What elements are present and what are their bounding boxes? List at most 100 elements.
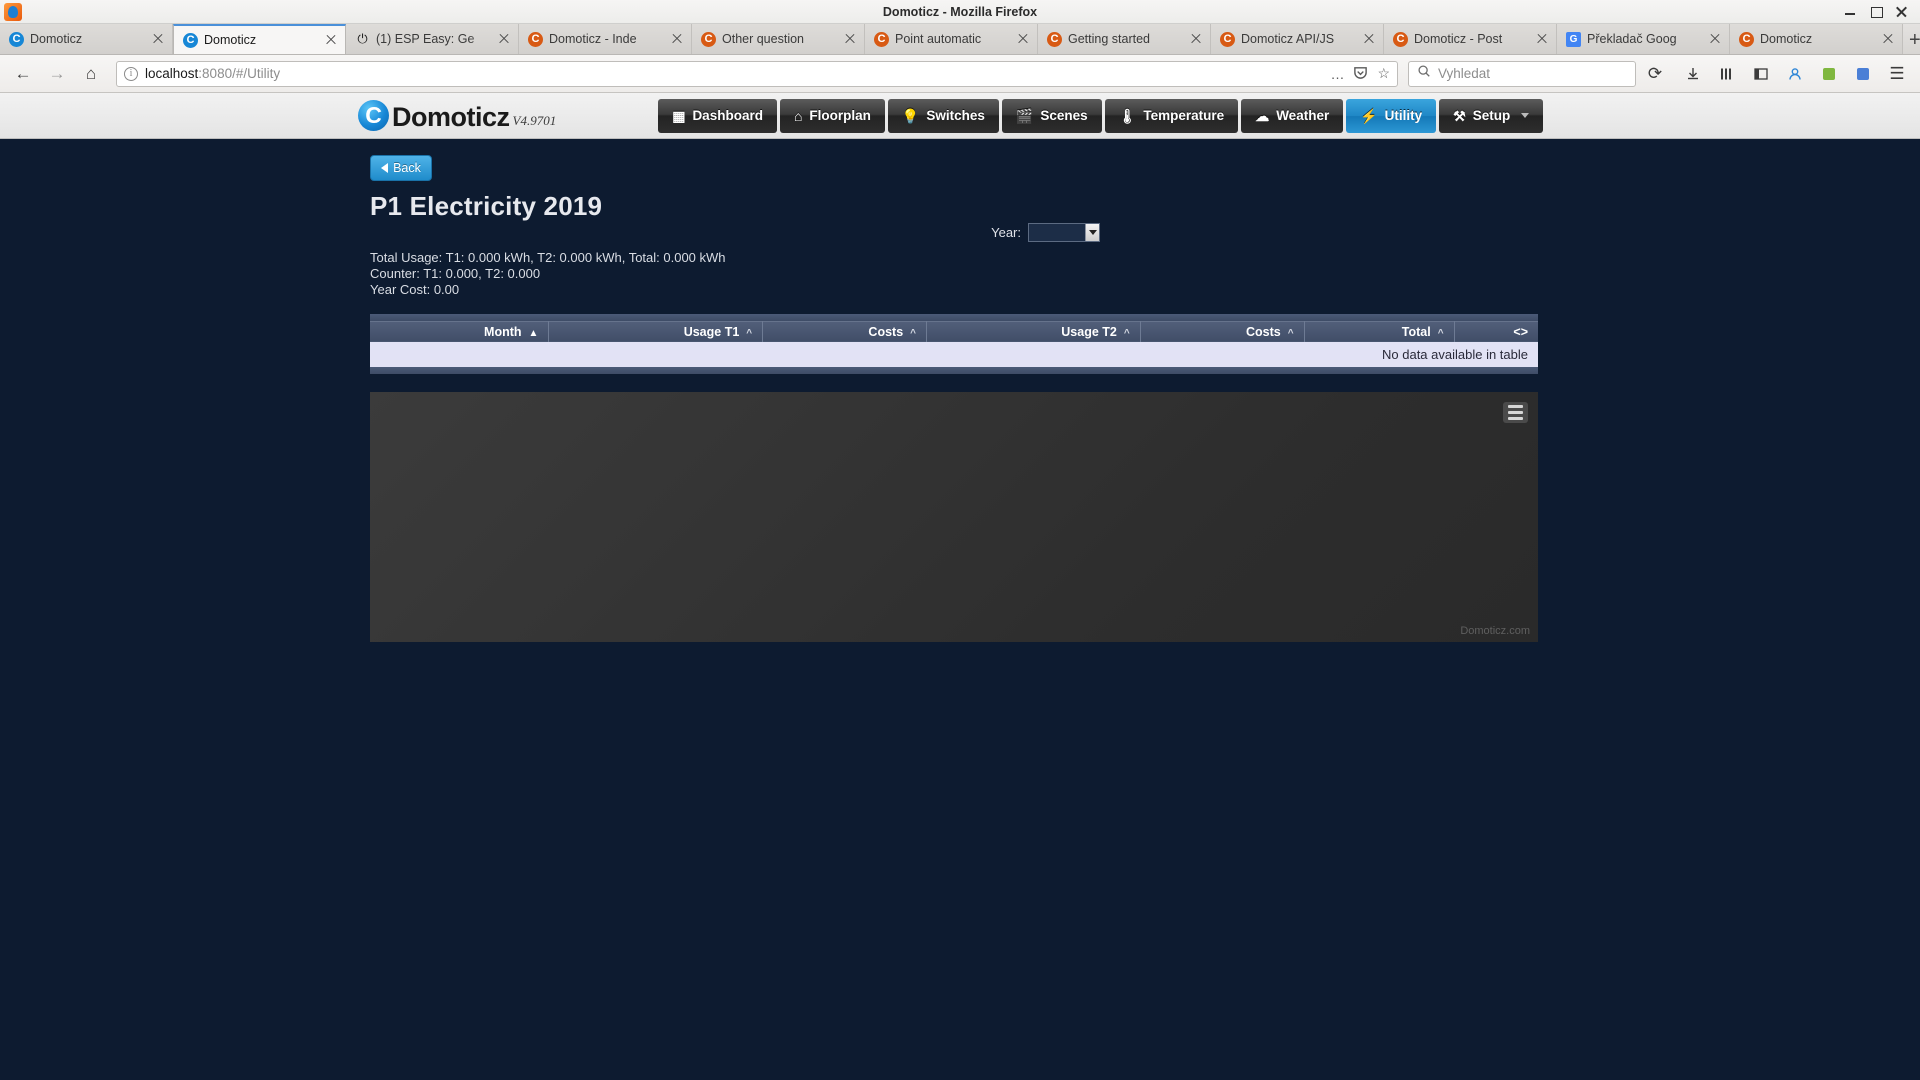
tools-icon: ⚒ xyxy=(1453,107,1466,124)
address-bar-actions: … ☆ xyxy=(1330,65,1390,83)
menu-item-dashboard[interactable]: ▦ Dashboard xyxy=(658,98,777,133)
browser-tab[interactable]: Domoticz - Inde xyxy=(519,24,692,54)
domoticz-main-menu: ▦ Dashboard ⌂ Floorplan 💡 Switches 🎬 Scenes 🌡 Tem… xyxy=(658,98,1544,133)
browser-tab[interactable]: Domoticz API/JS xyxy=(1211,24,1384,54)
table-header-month[interactable]: Month ▲ xyxy=(370,320,550,342)
home-button[interactable]: ⌂ xyxy=(76,60,106,88)
tab-close-icon[interactable] xyxy=(496,31,512,47)
tab-close-icon[interactable] xyxy=(1880,31,1896,47)
hamburger-menu-icon[interactable] xyxy=(1503,402,1528,423)
tab-close-icon[interactable] xyxy=(1534,31,1550,47)
browser-tab-label: Domoticz - Post xyxy=(1414,32,1503,46)
browser-tab[interactable]: (1) ESP Easy: Ge xyxy=(346,24,519,54)
tab-close-icon[interactable] xyxy=(1188,31,1204,47)
browser-tab[interactable]: Domoticz xyxy=(0,24,173,54)
usage-chart[interactable]: Domoticz.com xyxy=(370,392,1538,642)
tabstrip-actions: + ⌄ xyxy=(1903,30,1920,54)
bookmark-star-icon[interactable]: ☆ xyxy=(1377,65,1390,82)
browser-tab-label: Other question xyxy=(722,32,804,46)
browser-tab[interactable]: Překladač Goog xyxy=(1557,24,1730,54)
domoticz-version: V4.9701 xyxy=(512,113,557,128)
google-translate-icon xyxy=(1566,31,1581,47)
tab-close-icon[interactable] xyxy=(669,31,685,47)
table-footer-bar xyxy=(370,367,1538,374)
table-header-costs[interactable]: Costs ^ xyxy=(1140,320,1305,342)
browser-tab[interactable]: Other question xyxy=(692,24,865,54)
sidebar-icon[interactable] xyxy=(1746,60,1776,88)
tab-close-icon[interactable] xyxy=(1361,31,1377,47)
search-input[interactable]: Vyhledat xyxy=(1438,66,1490,81)
browser-tab[interactable]: Domoticz xyxy=(173,24,346,54)
year-selector: Year: xyxy=(991,223,1100,242)
menu-item-label: Weather xyxy=(1276,108,1330,123)
utility-page: Back P1 Electricity 2019 Year: Total Usa… xyxy=(0,155,1920,642)
browser-tab-label: Getting started xyxy=(1068,32,1150,46)
downloads-icon[interactable] xyxy=(1678,60,1708,88)
table-header-usage-t1[interactable]: Usage T1 ^ xyxy=(548,320,764,342)
back-button[interactable]: ← xyxy=(8,60,38,88)
hamburger-menu-icon[interactable]: ☰ xyxy=(1882,60,1912,88)
table-header-label: Usage T1 xyxy=(683,324,740,339)
menu-item-scenes[interactable]: 🎬 Scenes xyxy=(1001,98,1102,133)
floorplan-icon: ⌂ xyxy=(793,107,803,124)
chart-credit[interactable]: Domoticz.com xyxy=(1460,625,1530,637)
table-header-row: Month ▲ Usage T1 ^ Costs ^ Usage T2 ^ Costs ^ Tota… xyxy=(370,320,1538,342)
domoticz-logo[interactable]: Domoticz V4.9701 xyxy=(358,100,556,131)
library-icon[interactable] xyxy=(1712,60,1742,88)
menu-item-temperature[interactable]: 🌡 Temperature xyxy=(1104,98,1239,133)
sort-ascending-icon[interactable]: ^ xyxy=(746,328,752,339)
esp-easy-icon xyxy=(355,32,370,47)
url-text: localhost:8080/#/Utility xyxy=(145,66,280,81)
scenes-icon: 🎬 xyxy=(1015,107,1034,124)
sort-ascending-icon[interactable]: ^ xyxy=(1124,328,1130,339)
table-head: Month ▲ Usage T1 ^ Costs ^ Usage T2 ^ Costs ^ Tota… xyxy=(370,314,1538,342)
domoticz-orange-icon xyxy=(1047,31,1062,47)
sort-ascending-icon[interactable]: ^ xyxy=(910,328,916,339)
back-button-label: Back xyxy=(393,161,421,175)
menu-item-switches[interactable]: 💡 Switches xyxy=(887,98,999,133)
table-header-total[interactable]: Total ^ xyxy=(1304,320,1455,342)
table-header-label: Costs xyxy=(1245,324,1281,339)
site-info-icon[interactable]: i xyxy=(124,66,138,81)
menu-item-utility[interactable]: ⚡ Utility xyxy=(1346,98,1437,133)
maximize-button[interactable] xyxy=(1870,6,1883,18)
table-header-label: Usage T2 xyxy=(1061,324,1117,339)
table-header-[interactable]: <> xyxy=(1454,320,1538,342)
tab-close-icon[interactable] xyxy=(1707,31,1723,47)
tab-close-icon[interactable] xyxy=(150,31,166,47)
table-header-costs[interactable]: Costs ^ xyxy=(762,320,927,342)
sort-ascending-icon[interactable]: ▲ xyxy=(529,328,539,339)
pocket-icon[interactable] xyxy=(1353,65,1368,83)
new-tab-button[interactable]: + xyxy=(1909,30,1920,50)
domoticz-orange-icon xyxy=(701,31,716,47)
minimize-button[interactable] xyxy=(1844,6,1856,18)
tab-close-icon[interactable] xyxy=(842,31,858,47)
tab-close-icon[interactable] xyxy=(1015,31,1031,47)
browser-tab[interactable]: Point automatic xyxy=(865,24,1038,54)
tab-close-icon[interactable] xyxy=(323,32,339,48)
close-button[interactable] xyxy=(1896,6,1908,18)
browser-tab[interactable]: Domoticz xyxy=(1730,24,1903,54)
screenshot-icon[interactable] xyxy=(1848,60,1878,88)
browser-tab[interactable]: Domoticz - Post xyxy=(1384,24,1557,54)
domoticz-blue-icon xyxy=(9,31,24,47)
account-icon[interactable] xyxy=(1780,60,1810,88)
addon-icon[interactable] xyxy=(1814,60,1844,88)
back-button-page[interactable]: Back xyxy=(370,155,432,181)
table-empty-message: No data available in table xyxy=(370,342,1538,367)
browser-tab[interactable]: Getting started xyxy=(1038,24,1211,54)
address-bar[interactable]: i localhost:8080/#/Utility … ☆ xyxy=(116,60,1398,87)
menu-item-floorplan[interactable]: ⌂ Floorplan xyxy=(779,98,885,133)
menu-item-weather[interactable]: ☁ Weather xyxy=(1241,98,1344,133)
sort-ascending-icon[interactable]: ^ xyxy=(1288,328,1294,339)
page-actions-icon[interactable]: … xyxy=(1330,66,1344,82)
menu-item-setup[interactable]: ⚒ Setup xyxy=(1439,98,1544,133)
forward-button[interactable]: → xyxy=(42,60,72,88)
year-select[interactable] xyxy=(1028,223,1100,242)
sort-ascending-icon[interactable]: ^ xyxy=(1438,328,1444,339)
reload-button[interactable]: ⟳ xyxy=(1640,60,1670,88)
menu-item-label: Temperature xyxy=(1143,108,1225,123)
table-header-usage-t2[interactable]: Usage T2 ^ xyxy=(926,320,1141,342)
search-bar[interactable]: Vyhledat xyxy=(1408,60,1636,87)
table-header-label: Total xyxy=(1401,324,1431,339)
